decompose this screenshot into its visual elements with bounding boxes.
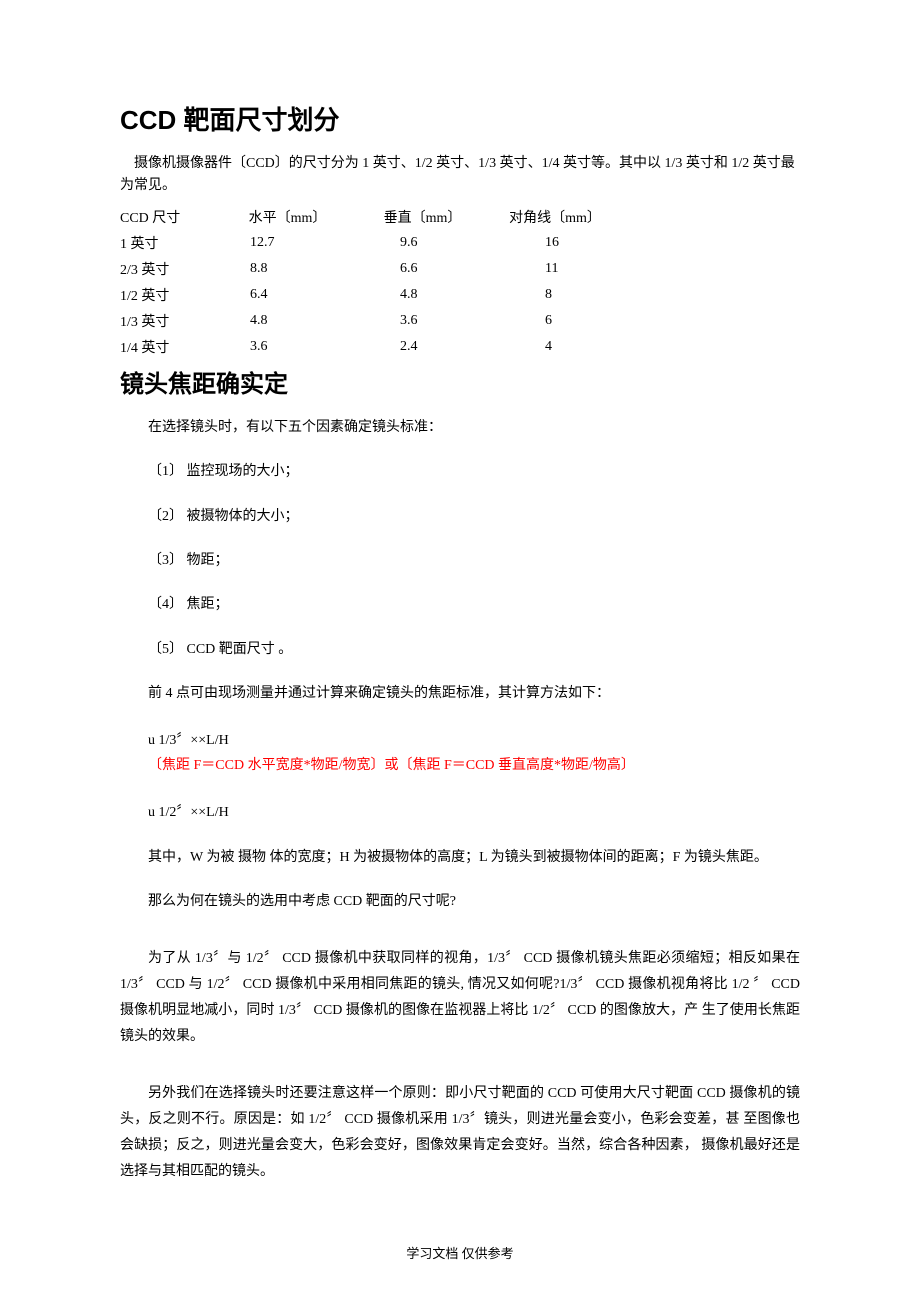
page-footer: 学习文档 仅供参考 bbox=[0, 1243, 920, 1262]
formula1-line1: u 1/3〞××L/H bbox=[148, 728, 800, 753]
section2-intro: 在选择镜头时，有以下五个因素确定镜头标准： bbox=[120, 417, 800, 439]
list-item-2: 〔2〕 被摄物体的大小； bbox=[120, 506, 800, 528]
cell-v: 9.6 bbox=[355, 230, 490, 256]
cell-size: 1/3 英寸 bbox=[120, 308, 220, 334]
cell-h: 3.6 bbox=[220, 334, 355, 360]
cell-v: 2.4 bbox=[355, 334, 490, 360]
section1-intro: 摄像机摄像器件〔CCD〕的尺寸分为 1 英寸、1/2 英寸、1/3 英寸、1/4… bbox=[120, 153, 800, 198]
th-horizontal: 水平〔mm〕 bbox=[220, 204, 355, 230]
cell-size: 1 英寸 bbox=[120, 230, 220, 256]
cell-d: 11 bbox=[490, 256, 620, 282]
cell-h: 4.8 bbox=[220, 308, 355, 334]
table-row: 1/4 英寸 3.6 2.4 4 bbox=[120, 334, 620, 360]
th-vertical: 垂直〔mm〕 bbox=[355, 204, 490, 230]
calc-intro: 前 4 点可由现场测量并通过计算来确定镜头的焦距标准，其计算方法如下： bbox=[120, 683, 800, 705]
formula1-line2: 〔焦距 F＝CCD 水平宽度*物距/物宽〕或〔焦距 F＝CCD 垂直高度*物距/… bbox=[148, 753, 800, 778]
table-row: 2/3 英寸 8.8 6.6 11 bbox=[120, 256, 620, 282]
long-para-1: 为了从 1/3〞与 1/2〞 CCD 摄像机中获取同样的视角，1/3〞 CCD … bbox=[120, 946, 800, 1050]
th-size: CCD 尺寸 bbox=[120, 204, 220, 230]
long-para-2: 另外我们在选择镜头时还要注意这样一个原则：即小尺寸靶面的 CCD 可使用大尺寸靶… bbox=[120, 1081, 800, 1185]
table-header-row: CCD 尺寸 水平〔mm〕 垂直〔mm〕 对角线〔mm〕 bbox=[120, 204, 620, 230]
cell-h: 12.7 bbox=[220, 230, 355, 256]
why-question: 那么为何在镜头的选用中考虑 CCD 靶面的尺寸呢? bbox=[120, 891, 800, 913]
list-item-3: 〔3〕 物距； bbox=[120, 550, 800, 572]
formula2: u 1/2〞××L/H bbox=[148, 800, 800, 825]
cell-size: 1/4 英寸 bbox=[120, 334, 220, 360]
cell-d: 4 bbox=[490, 334, 620, 360]
list-item-1: 〔1〕 监控现场的大小； bbox=[120, 461, 800, 483]
th-diagonal: 对角线〔mm〕 bbox=[490, 204, 620, 230]
table-row: 1/2 英寸 6.4 4.8 8 bbox=[120, 282, 620, 308]
cell-h: 6.4 bbox=[220, 282, 355, 308]
cell-d: 6 bbox=[490, 308, 620, 334]
section2-title: 镜头焦距确实定 bbox=[120, 364, 800, 399]
formula-block-1: u 1/3〞××L/H 〔焦距 F＝CCD 水平宽度*物距/物宽〕或〔焦距 F＝… bbox=[120, 728, 800, 778]
table-row: 1/3 英寸 4.8 3.6 6 bbox=[120, 308, 620, 334]
cell-v: 4.8 bbox=[355, 282, 490, 308]
cell-h: 8.8 bbox=[220, 256, 355, 282]
cell-size: 2/3 英寸 bbox=[120, 256, 220, 282]
where-clause: 其中，W 为被 摄物 体的宽度；H 为被摄物体的高度；L 为镜头到被摄物体间的距… bbox=[120, 847, 800, 869]
cell-v: 6.6 bbox=[355, 256, 490, 282]
list-item-5: 〔5〕 CCD 靶面尺寸 。 bbox=[120, 639, 800, 661]
cell-d: 16 bbox=[490, 230, 620, 256]
section1-title: CCD 靶面尺寸划分 bbox=[120, 100, 800, 137]
cell-v: 3.6 bbox=[355, 308, 490, 334]
cell-d: 8 bbox=[490, 282, 620, 308]
table-row: 1 英寸 12.7 9.6 16 bbox=[120, 230, 620, 256]
cell-size: 1/2 英寸 bbox=[120, 282, 220, 308]
formula-block-2: u 1/2〞××L/H bbox=[120, 800, 800, 825]
list-item-4: 〔4〕 焦距； bbox=[120, 594, 800, 616]
ccd-size-table: CCD 尺寸 水平〔mm〕 垂直〔mm〕 对角线〔mm〕 1 英寸 12.7 9… bbox=[120, 204, 620, 360]
